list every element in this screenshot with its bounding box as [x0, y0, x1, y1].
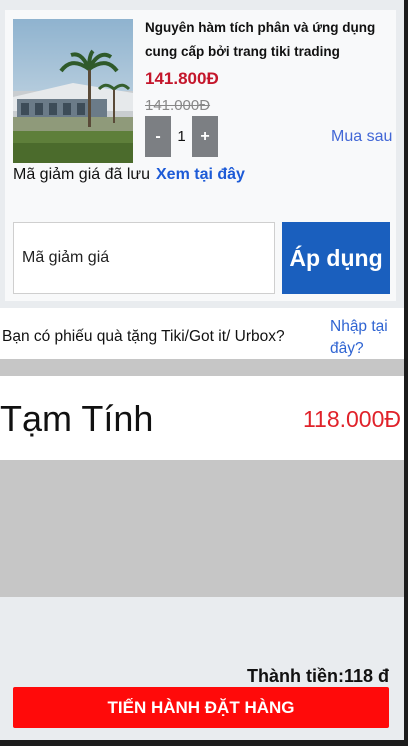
product-price: 141.800Đ [145, 69, 219, 88]
apply-coupon-button[interactable]: Áp dụng [282, 222, 390, 294]
enter-gift-card-link[interactable]: Nhập tại đây? [330, 316, 400, 360]
quantity-value[interactable]: 1 [171, 116, 192, 157]
product-name[interactable]: Nguyên hàm tích phân và ứng dụng cung cấ… [145, 16, 393, 64]
cart-item-card: Nguyên hàm tích phân và ứng dụng cung cấ… [5, 10, 396, 301]
buy-later-link[interactable]: Mua sau [331, 128, 392, 146]
quantity-decrease-button[interactable]: - [145, 116, 171, 157]
quantity-increase-button[interactable]: + [192, 116, 218, 157]
subtotal-row: Tạm Tính 118.000Đ [0, 376, 404, 460]
subtotal-value: 118.000Đ [302, 406, 401, 432]
saved-coupon-row: Mã giảm giá đã lưu Xem tại đây [13, 166, 245, 184]
view-saved-coupons-link[interactable]: Xem tại đây [156, 166, 245, 183]
checkout-button[interactable]: TIẾN HÀNH ĐẶT HÀNG [13, 687, 389, 728]
gift-card-row: Bạn có phiếu quà tặng Tiki/Got it/ Urbox… [0, 308, 404, 359]
saved-coupon-label: Mã giảm giá đã lưu [13, 166, 150, 183]
product-image[interactable] [13, 19, 133, 163]
divider [0, 359, 404, 376]
product-photo-icon [13, 19, 133, 163]
spacer-block [0, 460, 404, 597]
product-original-price: 141.000Đ [145, 97, 211, 114]
grand-total: Thành tiền:118 đ [246, 666, 389, 686]
subtotal-label: Tạm Tính [0, 398, 154, 439]
cart-page: Nguyên hàm tích phân và ứng dụng cung cấ… [0, 0, 404, 740]
coupon-input[interactable] [13, 222, 275, 294]
gift-card-question: Bạn có phiếu quà tặng Tiki/Got it/ Urbox… [2, 328, 285, 345]
